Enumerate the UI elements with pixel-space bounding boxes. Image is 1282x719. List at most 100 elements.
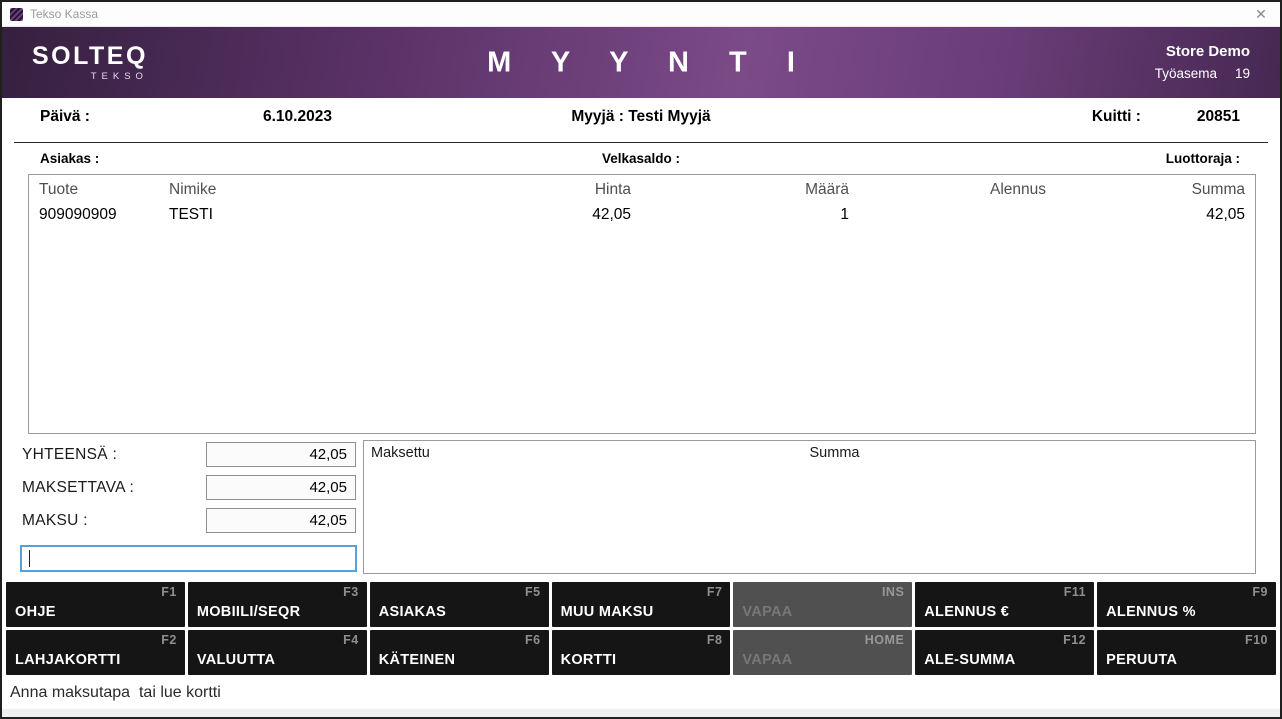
info-row: Päivä : 6.10.2023 Myyjä : Testi Myyjä Ku… bbox=[2, 108, 1280, 134]
receipt-number: 20851 bbox=[1197, 108, 1240, 126]
function-button-ohje-f1[interactable]: F1 OHJE bbox=[6, 582, 185, 627]
sum-column-header: Summa bbox=[810, 445, 860, 461]
function-button-label: VALUUTTA bbox=[197, 652, 275, 668]
function-key-label: F8 bbox=[707, 633, 723, 647]
function-key-label: INS bbox=[882, 585, 904, 599]
payment-value-field: 42,05 bbox=[206, 508, 356, 533]
workstation-label: Työasema bbox=[1155, 66, 1217, 81]
customer-row: Asiakas : Velkasaldo : Luottoraja : bbox=[2, 151, 1280, 171]
function-button-käteinen-f6[interactable]: F6 KÄTEINEN bbox=[370, 630, 549, 675]
logo-text: SOLTEQ bbox=[32, 42, 148, 70]
function-key-label: F2 bbox=[161, 633, 177, 647]
col-header-summa: Summa bbox=[1046, 181, 1245, 199]
payment-input[interactable] bbox=[20, 545, 357, 572]
function-button-row-2: F2 LAHJAKORTTI F4 VALUUTTA F6 KÄTEINEN F8 KORTT… bbox=[6, 630, 1276, 675]
header-separator bbox=[14, 142, 1268, 143]
solteq-logo: SOLTEQ TEKSO bbox=[32, 44, 148, 82]
total-label: YHTEENSÄ : bbox=[22, 446, 117, 464]
payable-label: MAKSETTAVA : bbox=[22, 479, 134, 497]
function-key-label: F11 bbox=[1064, 585, 1086, 599]
payment-label: MAKSU : bbox=[22, 512, 88, 530]
items-table: Tuote Nimike Hinta Määrä Alennus Summa 9… bbox=[28, 174, 1256, 434]
col-header-tuote: Tuote bbox=[39, 181, 169, 199]
function-key-label: F6 bbox=[525, 633, 541, 647]
function-button-mobiili-seqr-f3[interactable]: F3 MOBIILI/SEQR bbox=[188, 582, 367, 627]
function-button-label: LAHJAKORTTI bbox=[15, 652, 121, 668]
function-button-label: ALENNUS % bbox=[1106, 604, 1196, 620]
store-info: Store Demo Työasema 19 bbox=[1155, 41, 1250, 84]
items-table-body: 909090909TESTI42,05142,05 bbox=[29, 206, 1255, 224]
function-button-alennus-f9[interactable]: F9 ALENNUS % bbox=[1097, 582, 1276, 627]
function-button-label: KÄTEINEN bbox=[379, 652, 456, 668]
item-cell: 42,05 bbox=[409, 206, 631, 224]
col-header-nimike: Nimike bbox=[169, 181, 409, 199]
item-cell bbox=[849, 206, 1046, 224]
function-button-muu-maksu-f7[interactable]: F7 MUU MAKSU bbox=[552, 582, 731, 627]
close-icon[interactable]: ✕ bbox=[1250, 6, 1272, 23]
window-title: Tekso Kassa bbox=[30, 7, 98, 21]
function-button-peruuta-f10[interactable]: F10 PERUUTA bbox=[1097, 630, 1276, 675]
function-button-label: MOBIILI/SEQR bbox=[197, 604, 301, 620]
store-name: Store Demo bbox=[1155, 41, 1250, 64]
function-button-label: KORTTI bbox=[561, 652, 617, 668]
function-key-label: F5 bbox=[525, 585, 541, 599]
function-button-asiakas-f5[interactable]: F5 ASIAKAS bbox=[370, 582, 549, 627]
app-window: Tekso Kassa ✕ SOLTEQ TEKSO M Y Y N T I S… bbox=[0, 0, 1282, 719]
function-button-row-1: F1 OHJE F3 MOBIILI/SEQR F5 ASIAKAS F7 MUU MAKSU… bbox=[6, 582, 1276, 627]
total-value-field: 42,05 bbox=[206, 442, 356, 467]
debt-balance-label: Velkasaldo : bbox=[602, 151, 680, 166]
payable-value-field: 42,05 bbox=[206, 475, 356, 500]
app-header: SOLTEQ TEKSO M Y Y N T I Store Demo Työa… bbox=[2, 27, 1280, 98]
function-key-label: F12 bbox=[1063, 633, 1086, 647]
function-button-ale-summa-f12[interactable]: F12 ALE-SUMMA bbox=[915, 630, 1094, 675]
function-button-label: VAPAA bbox=[742, 604, 792, 620]
status-message: Anna maksutapa tai lue kortti bbox=[10, 684, 221, 702]
function-button-kortti-f8[interactable]: F8 KORTTI bbox=[552, 630, 731, 675]
paid-column-header: Maksettu bbox=[371, 445, 430, 461]
item-cell: 42,05 bbox=[1046, 206, 1245, 224]
seller-text: Myyjä : Testi Myyjä bbox=[571, 108, 710, 126]
function-button-label: PERUUTA bbox=[1106, 652, 1177, 668]
bottom-strip bbox=[2, 709, 1280, 717]
col-header-maara: Määrä bbox=[631, 181, 849, 199]
function-button-label: ALE-SUMMA bbox=[924, 652, 1015, 668]
function-button-vapaa-home: HOME VAPAA bbox=[733, 630, 912, 675]
function-button-lahjakortti-f2[interactable]: F2 LAHJAKORTTI bbox=[6, 630, 185, 675]
date-label: Päivä : bbox=[40, 108, 90, 126]
function-key-label: F3 bbox=[343, 585, 359, 599]
logo-subtext: TEKSO bbox=[32, 72, 148, 82]
function-button-label: VAPAA bbox=[742, 652, 792, 668]
function-button-alennus-f11[interactable]: F11 ALENNUS € bbox=[915, 582, 1094, 627]
page-title: M Y Y N T I bbox=[471, 46, 811, 79]
title-bar[interactable]: Tekso Kassa ✕ bbox=[2, 2, 1280, 27]
text-caret bbox=[29, 550, 30, 567]
item-row[interactable]: 909090909TESTI42,05142,05 bbox=[29, 206, 1255, 224]
function-button-label: ALENNUS € bbox=[924, 604, 1009, 620]
workstation-info: Työasema 19 bbox=[1155, 64, 1250, 84]
items-table-header: Tuote Nimike Hinta Määrä Alennus Summa bbox=[29, 181, 1255, 199]
function-button-label: OHJE bbox=[15, 604, 56, 620]
function-button-label: ASIAKAS bbox=[379, 604, 446, 620]
col-header-hinta: Hinta bbox=[409, 181, 631, 199]
function-key-label: F1 bbox=[161, 585, 177, 599]
function-button-vapaa-ins: INS VAPAA bbox=[733, 582, 912, 627]
function-button-label: MUU MAKSU bbox=[561, 604, 654, 620]
date-value: 6.10.2023 bbox=[263, 108, 332, 126]
col-header-alennus: Alennus bbox=[849, 181, 1046, 199]
function-button-area: F1 OHJE F3 MOBIILI/SEQR F5 ASIAKAS F7 MUU MAKSU… bbox=[6, 582, 1276, 678]
customer-label: Asiakas : bbox=[40, 151, 99, 166]
credit-limit-label: Luottoraja : bbox=[1166, 151, 1240, 166]
item-cell: 1 bbox=[631, 206, 849, 224]
function-key-label: HOME bbox=[865, 633, 905, 647]
receipt-label: Kuitti : bbox=[1092, 108, 1141, 126]
item-cell: TESTI bbox=[169, 206, 409, 224]
receipt-group: Kuitti : 20851 bbox=[1092, 108, 1240, 126]
function-button-valuutta-f4[interactable]: F4 VALUUTTA bbox=[188, 630, 367, 675]
function-key-label: F7 bbox=[707, 585, 723, 599]
function-key-label: F4 bbox=[343, 633, 359, 647]
payments-list: Maksettu Summa bbox=[363, 440, 1256, 574]
function-key-label: F10 bbox=[1245, 633, 1268, 647]
item-cell: 909090909 bbox=[39, 206, 169, 224]
function-key-label: F9 bbox=[1252, 585, 1268, 599]
workstation-number: 19 bbox=[1235, 66, 1250, 81]
